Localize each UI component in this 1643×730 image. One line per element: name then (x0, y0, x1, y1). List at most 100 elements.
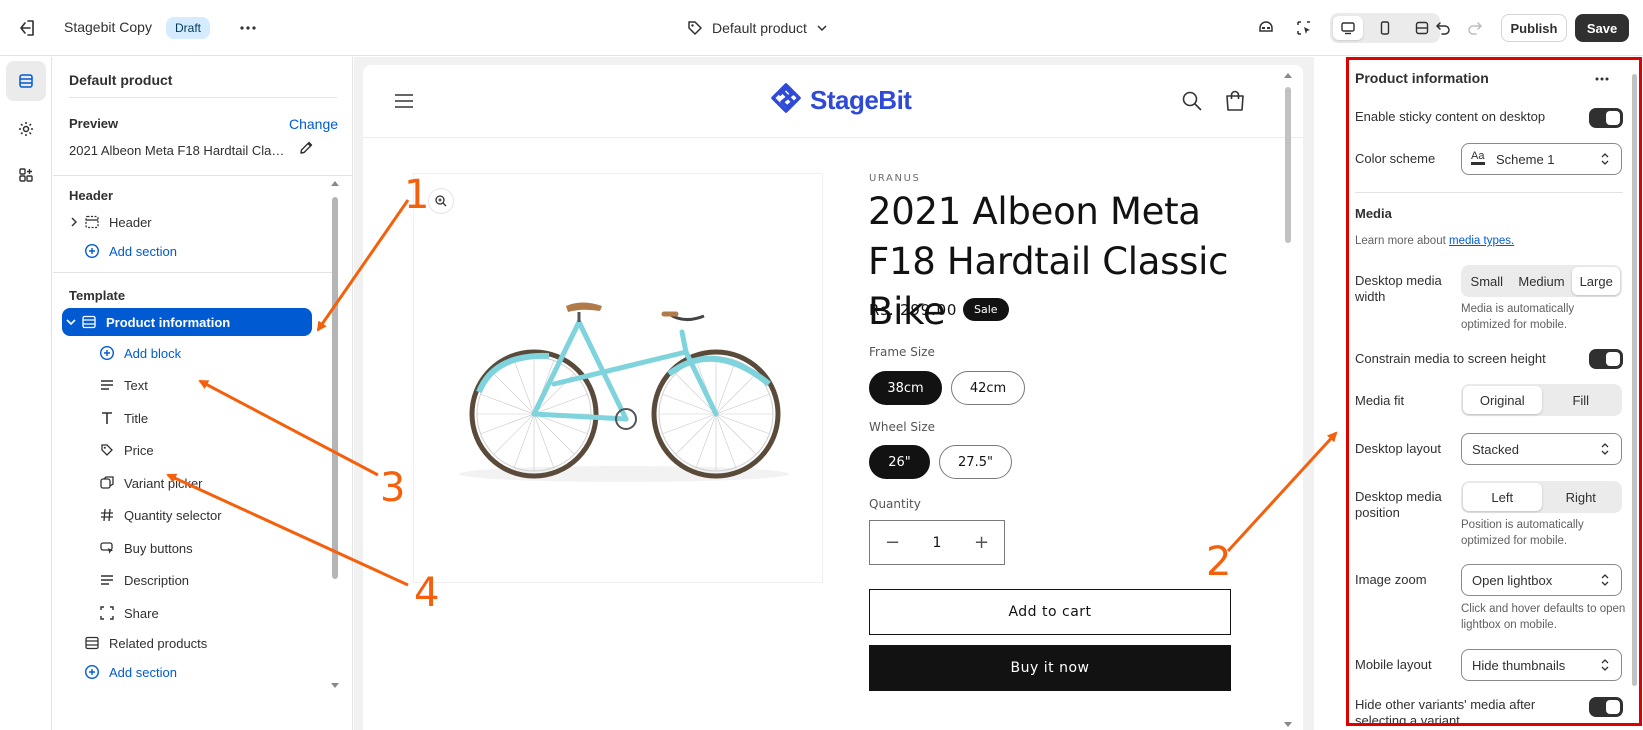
text-icon (98, 571, 116, 589)
viewport-switcher (1330, 13, 1440, 43)
preview-canvas: StageBit URANUS 2021 Albeon Meta F18 Har… (354, 57, 1314, 730)
minus-icon[interactable]: − (870, 521, 915, 564)
price-tag-icon (98, 441, 116, 459)
title-icon (98, 409, 116, 427)
sidebar-item-label: Header (109, 214, 152, 230)
variant-pill-42cm[interactable]: 42cm (951, 371, 1025, 405)
add-to-cart-button[interactable]: Add to cart (869, 589, 1231, 635)
block-item-share[interactable]: Share (98, 599, 298, 627)
preview-scrollbar[interactable] (1281, 71, 1295, 730)
variant-pill-38cm[interactable]: 38cm (869, 371, 942, 405)
block-item-buy-buttons[interactable]: Buy buttons (98, 534, 298, 562)
sidebar-item-header[interactable]: Header (65, 208, 329, 236)
block-item-description[interactable]: Description (98, 566, 298, 594)
template-name: Default product (712, 20, 807, 36)
redo-icon[interactable] (1462, 15, 1488, 41)
block-item-price[interactable]: Price (98, 436, 298, 464)
chevron-down-icon[interactable] (62, 313, 80, 331)
quantity-stepper: − 1 + (869, 520, 1005, 565)
sidebar-scrollbar[interactable] (330, 181, 340, 730)
section-icon (83, 634, 101, 652)
sidebar-title: Default product (69, 72, 173, 88)
sale-badge: Sale (963, 298, 1009, 321)
cart-icon[interactable] (1223, 89, 1247, 113)
section-icon (83, 213, 101, 231)
block-label: Price (124, 442, 154, 458)
block-label: Quantity selector (124, 507, 222, 523)
logo-mark-icon (771, 83, 801, 113)
store-logo[interactable]: StageBit (768, 82, 912, 118)
product-media[interactable] (413, 173, 823, 583)
plus-circle-icon (98, 344, 116, 362)
mobile-view-icon[interactable] (1370, 16, 1400, 40)
preview-product: 2021 Albeon Meta F18 Hardtail Classic Bi… (69, 143, 289, 158)
add-section-label: Add section (109, 243, 177, 259)
add-section-button[interactable]: Add section (83, 658, 283, 686)
block-label: Title (124, 410, 149, 426)
desktop-view-icon[interactable] (1333, 16, 1363, 40)
quantity-label: Quantity (869, 497, 921, 511)
change-link[interactable]: Change (289, 116, 338, 132)
section-sidebar: Default product Preview Change 2021 Albe… (53, 57, 353, 730)
undo-icon[interactable] (1430, 15, 1456, 41)
template-selector[interactable]: Default product (686, 16, 829, 40)
preview-label: Preview (69, 116, 119, 131)
scrollbar-thumb[interactable] (1285, 87, 1291, 243)
annotation-label-4: 4 (414, 570, 440, 616)
plus-circle-icon (83, 663, 101, 681)
text-icon (98, 376, 116, 394)
variant-pill-27-5[interactable]: 27.5" (939, 445, 1012, 479)
sidebar-item-label: Product information (106, 314, 231, 330)
block-label: Variant picker (124, 475, 203, 491)
block-label: Description (124, 572, 190, 588)
menu-icon[interactable] (393, 90, 415, 112)
add-section-label: Add section (109, 664, 177, 680)
header-group-heading: Header (69, 188, 114, 203)
sidebar-item-related-products[interactable]: Related products (83, 629, 313, 657)
sidebar-item-product-information[interactable]: Product information (62, 308, 312, 336)
publish-button[interactable]: Publish (1501, 14, 1567, 42)
apps-icon[interactable] (6, 155, 46, 195)
block-label: Text (124, 377, 148, 393)
sections-icon[interactable] (6, 61, 46, 101)
chevron-right-icon[interactable] (65, 213, 83, 231)
exit-icon[interactable] (16, 17, 38, 39)
variant-pill-26[interactable]: 26" (869, 445, 930, 479)
hash-icon (98, 506, 116, 524)
option-label-wheel-size: Wheel Size (869, 420, 936, 434)
inspector-icon[interactable] (1253, 15, 1279, 41)
product-vendor: URANUS (869, 173, 921, 184)
share-icon (98, 604, 116, 622)
more-icon[interactable] (236, 16, 260, 40)
select-element-icon[interactable] (1291, 15, 1317, 41)
add-section-button[interactable]: Add section (83, 237, 347, 265)
add-block-button[interactable]: Add block (98, 339, 298, 367)
highlight-box (1346, 57, 1642, 726)
cursor-icon (98, 539, 116, 557)
buy-it-now-button[interactable]: Buy it now (869, 645, 1231, 691)
block-item-title[interactable]: Title (98, 404, 298, 432)
annotation-label-3: 3 (380, 465, 406, 511)
variant-icon (98, 474, 116, 492)
status-badge: Draft (166, 17, 211, 39)
divider (69, 97, 337, 98)
edit-pencil-icon[interactable] (297, 139, 315, 157)
divider (53, 272, 336, 273)
quantity-value[interactable]: 1 (933, 535, 942, 551)
settings-gear-icon[interactable] (6, 109, 46, 149)
search-icon[interactable] (1181, 90, 1203, 112)
block-item-quantity-selector[interactable]: Quantity selector (98, 501, 298, 529)
plus-icon[interactable]: + (959, 521, 1004, 564)
scrollbar-thumb[interactable] (332, 197, 338, 579)
divider (53, 175, 353, 176)
left-rail (0, 57, 52, 730)
chevron-down-icon (815, 21, 829, 35)
store-preview: StageBit URANUS 2021 Albeon Meta F18 Har… (363, 65, 1303, 730)
save-button[interactable]: Save (1575, 14, 1629, 42)
zoom-icon[interactable] (428, 188, 454, 214)
block-item-text[interactable]: Text (98, 371, 298, 399)
block-label: Buy buttons (124, 540, 193, 556)
sidebar-item-label: Related products (109, 635, 208, 651)
block-label: Share (124, 605, 159, 621)
block-item-variant-picker[interactable]: Variant picker (98, 469, 298, 497)
